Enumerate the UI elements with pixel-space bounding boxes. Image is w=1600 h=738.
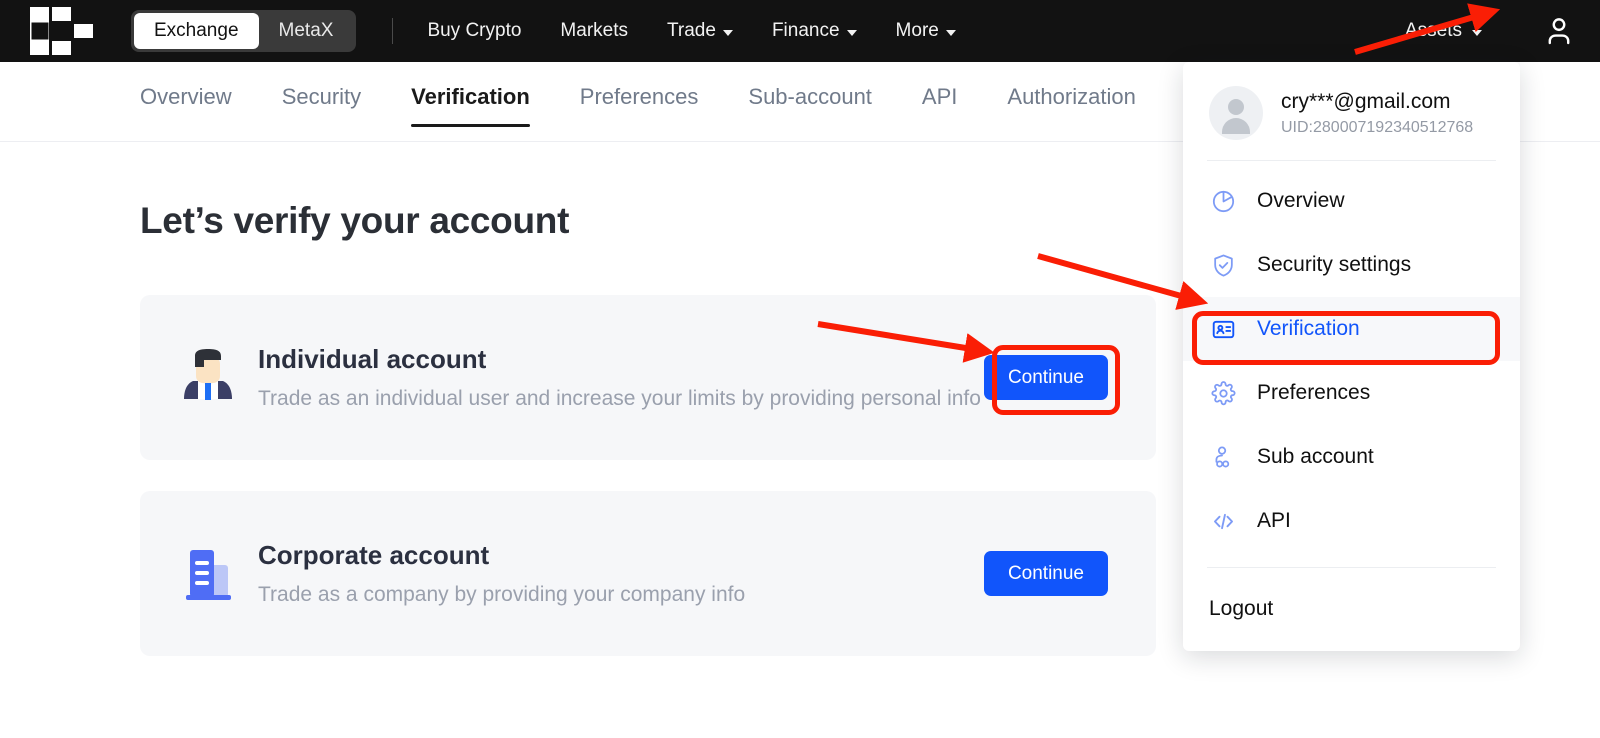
dropdown-item-label: Sub account	[1257, 445, 1374, 468]
dropdown-item-verification[interactable]: Verification	[1183, 297, 1520, 361]
dropdown-item-label: Overview	[1257, 189, 1345, 212]
tab-verification[interactable]: Verification	[411, 62, 530, 141]
nav-link-label: Buy Crypto	[427, 20, 522, 41]
tab-sub-account[interactable]: Sub-account	[748, 62, 872, 141]
dropdown-item-label: Preferences	[1257, 381, 1371, 404]
code-brackets-icon	[1209, 507, 1237, 535]
dropdown-item-label: Security settings	[1257, 253, 1412, 276]
dropdown-item-label: Verification	[1257, 317, 1360, 340]
chevron-down-icon	[945, 29, 956, 36]
individual-account-card[interactable]: Individual account Trade as an individua…	[140, 295, 1156, 460]
tab-security[interactable]: Security	[282, 62, 361, 141]
nav-divider	[392, 18, 394, 44]
nav-link-trade[interactable]: Trade	[667, 20, 733, 42]
individual-account-title: Individual account	[258, 344, 487, 374]
logo-cell	[74, 24, 93, 38]
id-card-icon	[1209, 315, 1237, 343]
logo-cell	[30, 7, 49, 55]
dropdown-divider-bottom	[1207, 567, 1496, 568]
dropdown-item-label: API	[1257, 509, 1291, 532]
corporate-account-text: Corporate account Trade as a company by …	[258, 540, 984, 607]
product-switcher[interactable]: Exchange MetaX	[131, 10, 357, 52]
logo-cell	[74, 7, 93, 21]
nav-link-label: Finance	[771, 20, 840, 41]
shield-check-icon	[1209, 251, 1237, 279]
dropdown-item-sub-account[interactable]: Sub account	[1183, 425, 1520, 489]
assets-menu[interactable]: Assets	[1405, 20, 1482, 42]
pie-chart-icon	[1209, 187, 1237, 215]
chevron-down-icon	[1472, 29, 1482, 36]
primary-nav-links: Buy Crypto Markets Trade Finance More	[427, 20, 956, 42]
profile-avatar	[1209, 86, 1263, 140]
tab-preferences[interactable]: Preferences	[580, 62, 699, 141]
logo-cell	[52, 24, 71, 38]
account-email: cry***@gmail.com	[1281, 90, 1451, 114]
nav-link-buy-crypto[interactable]: Buy Crypto	[427, 20, 521, 42]
page-root: Exchange MetaX Buy Crypto Markets Trade …	[0, 0, 1600, 738]
tab-authorization[interactable]: Authorization	[1007, 62, 1135, 141]
assets-label: Assets	[1404, 20, 1462, 41]
continue-button-individual[interactable]: Continue	[983, 355, 1108, 400]
account-dropdown-menu: cry***@gmail.com UID:280007192340512768 …	[1183, 62, 1520, 651]
dropdown-item-security-settings[interactable]: Security settings	[1183, 233, 1520, 297]
user-avatar-icon[interactable]	[1542, 14, 1576, 48]
nav-link-label: More	[895, 20, 939, 41]
top-right-actions: Assets	[1405, 14, 1600, 48]
dropdown-account-header[interactable]: cry***@gmail.com UID:280007192340512768	[1183, 62, 1520, 160]
dropdown-item-preferences[interactable]: Preferences	[1183, 361, 1520, 425]
logout-button[interactable]: Logout	[1183, 580, 1520, 638]
nav-link-finance[interactable]: Finance	[772, 20, 857, 42]
dropdown-account-info: cry***@gmail.com UID:280007192340512768	[1281, 89, 1473, 136]
page-title: Let’s verify your account	[140, 200, 570, 241]
dropdown-item-overview[interactable]: Overview	[1183, 169, 1520, 233]
corporate-account-card[interactable]: Corporate account Trade as a company by …	[140, 491, 1156, 656]
nav-link-more[interactable]: More	[896, 20, 956, 42]
logo-cell	[52, 41, 71, 55]
individual-account-description: Trade as an individual user and increase…	[258, 387, 981, 410]
continue-button-corporate[interactable]: Continue	[983, 551, 1108, 596]
chevron-down-icon	[846, 29, 857, 36]
corporate-account-description: Trade as a company by providing your com…	[258, 583, 746, 606]
tab-overview[interactable]: Overview	[140, 62, 232, 141]
switcher-option-metax[interactable]: MetaX	[259, 13, 354, 49]
logo-cell	[52, 7, 71, 21]
individual-account-text: Individual account Trade as an individua…	[258, 344, 984, 411]
logo-cell	[74, 41, 93, 55]
sub-account-icon	[1209, 443, 1237, 471]
individual-person-icon	[180, 347, 236, 409]
top-navigation-bar: Exchange MetaX Buy Crypto Markets Trade …	[0, 0, 1600, 62]
gear-icon	[1209, 379, 1237, 407]
nav-link-label: Markets	[560, 20, 628, 41]
nav-link-label: Trade	[667, 20, 716, 41]
switcher-option-exchange[interactable]: Exchange	[134, 13, 259, 49]
account-uid: UID:280007192340512768	[1281, 118, 1474, 136]
dropdown-item-api[interactable]: API	[1183, 489, 1520, 553]
chevron-down-icon	[722, 29, 733, 36]
dropdown-menu-list: Overview Security settings Verification …	[1183, 161, 1520, 553]
corporate-building-icon	[180, 545, 236, 603]
okx-logo[interactable]	[30, 7, 93, 55]
tab-api[interactable]: API	[922, 62, 957, 141]
nav-link-markets[interactable]: Markets	[560, 20, 628, 42]
corporate-account-title: Corporate account	[258, 540, 490, 570]
